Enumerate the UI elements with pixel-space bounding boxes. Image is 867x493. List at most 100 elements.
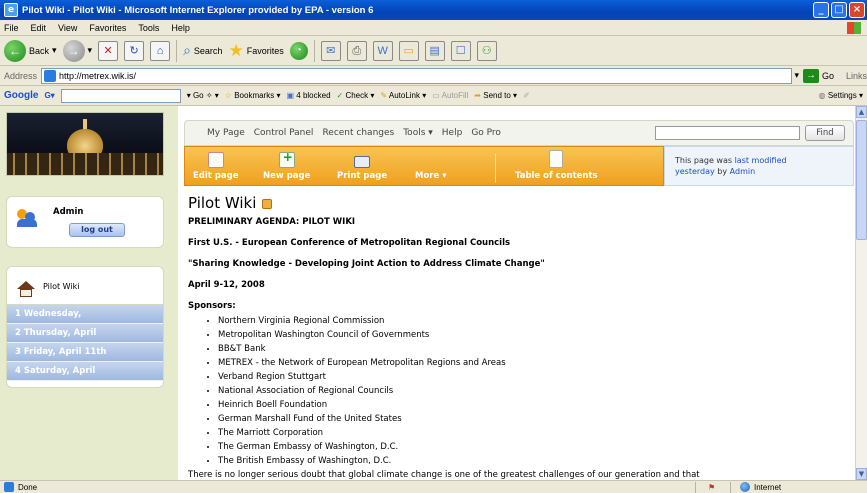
google-g-icon[interactable]: G▾ [44, 91, 54, 100]
menu-view[interactable]: View [58, 23, 77, 33]
menu-tools[interactable]: Tools [138, 23, 159, 33]
more-label: More ▾ [415, 171, 447, 181]
search-button[interactable]: ⌕ Search [183, 42, 222, 59]
nav-go-pro[interactable]: Go Pro [471, 128, 501, 138]
nav-item-thursday[interactable]: 2 Thursday, April [7, 324, 163, 343]
intro-paragraph: There is no longer serious doubt that gl… [188, 470, 700, 480]
google-search-field[interactable] [60, 88, 181, 103]
nav-item-wednesday[interactable]: 1 Wednesday, [7, 305, 163, 324]
sponsors-list: Northern Virginia Regional Commission Me… [218, 316, 848, 467]
list-item: Heinrich Boell Foundation [218, 400, 848, 411]
autofill-label: AutoFill [441, 91, 469, 100]
agenda-heading: PRELIMINARY AGENDA: PILOT WIKI [188, 217, 356, 227]
new-page-button[interactable]: New page [263, 150, 310, 181]
research-icon[interactable]: ▤ [424, 40, 445, 61]
address-bar: Address http://metrex.wik.is/ ▾ → Go Lin… [0, 66, 867, 86]
banner-lights [7, 153, 163, 175]
list-item: German Marshall Fund of the United State… [218, 414, 848, 425]
list-item: Verband Region Stuttgart [218, 372, 848, 383]
nav-home-label: Pilot Wiki [43, 282, 80, 291]
users-icon [17, 209, 37, 227]
vertical-scrollbar[interactable]: ▲ ▼ [855, 106, 867, 480]
forward-arrow-icon: → [62, 39, 85, 62]
menu-file[interactable]: File [4, 23, 19, 33]
list-item: METREX - the Network of European Metropo… [218, 358, 848, 369]
refresh-icon[interactable]: ↻ [124, 40, 145, 61]
capitol-banner-image [6, 112, 164, 176]
messenger-icon[interactable]: ☐ [450, 40, 471, 61]
messenger-people-icon[interactable]: ⚇ [476, 40, 497, 61]
page-action-bar: Edit page New page Print page More ▾ Tab… [184, 146, 664, 186]
nav-home[interactable]: Pilot Wiki [7, 267, 163, 305]
last-modified-info: This page was last modified yesterday by… [664, 146, 854, 186]
house-wall [20, 289, 32, 297]
scroll-up-icon[interactable]: ▲ [856, 106, 867, 118]
go-arrow-icon: → [802, 68, 819, 83]
menu-help[interactable]: Help [171, 23, 190, 33]
house-roof [17, 281, 35, 289]
scroll-thumb[interactable] [856, 120, 867, 240]
menu-edit[interactable]: Edit [31, 23, 47, 33]
google-settings-button[interactable]: ◍ Settings ▾ [819, 91, 863, 100]
discuss-icon[interactable]: ▭ [398, 40, 419, 61]
address-field[interactable]: http://metrex.wik.is/ [41, 67, 793, 84]
favorites-button[interactable]: ★ Favorites [228, 41, 283, 61]
nav-my-page[interactable]: My Page [207, 128, 245, 138]
nav-recent-changes[interactable]: Recent changes [322, 128, 394, 138]
scroll-down-icon[interactable]: ▼ [856, 468, 867, 480]
close-button[interactable]: × [849, 2, 865, 18]
links-label[interactable]: Links [846, 71, 867, 81]
stop-icon[interactable]: ✕ [98, 40, 119, 61]
status-text: Done [18, 482, 38, 492]
modified-user-link[interactable]: Admin [730, 167, 756, 176]
address-dropdown-icon[interactable]: ▾ [794, 70, 799, 81]
list-item: Metropolitan Washington Council of Gover… [218, 330, 848, 341]
maximize-button[interactable]: □ [831, 2, 847, 18]
wiki-search-input[interactable] [655, 126, 800, 140]
logout-button[interactable]: log out [69, 223, 125, 237]
nav-item-saturday[interactable]: 4 Saturday, April [7, 362, 163, 381]
minimize-button[interactable]: _ [813, 2, 829, 18]
home-icon[interactable]: ⌂ [150, 40, 171, 61]
user-name: Admin [53, 207, 84, 217]
sendto-icon: ➦ [474, 91, 481, 100]
nav-item-friday[interactable]: 3 Friday, April 11th [7, 343, 163, 362]
status-separator [730, 482, 731, 493]
highlight-icon[interactable]: ✐ [523, 91, 530, 100]
yesterday-link[interactable]: yesterday [675, 167, 715, 176]
go-button[interactable]: → Go [802, 68, 834, 83]
table-of-contents-button[interactable]: Table of contents [515, 150, 598, 181]
modified-by: by [717, 167, 728, 176]
nav-control-panel[interactable]: Control Panel [254, 128, 314, 138]
globe-icon [740, 482, 750, 492]
last-modified-link[interactable]: last modified [735, 156, 787, 165]
lock-icon[interactable] [262, 198, 273, 209]
nav-tools[interactable]: Tools ▾ [403, 128, 433, 138]
history-icon[interactable]: ◔ [289, 41, 308, 60]
page-title-text: Pilot Wiki [188, 194, 257, 212]
forward-button[interactable]: → ▾ [62, 39, 92, 62]
edit-page-button[interactable]: Edit page [193, 152, 239, 181]
edit-icon[interactable]: W [372, 40, 393, 61]
more-spacer [423, 152, 439, 168]
mail-icon[interactable]: ✉ [320, 40, 341, 61]
popup-blocker-button[interactable]: ▣ 4 blocked [286, 91, 330, 100]
window-title: Pilot Wiki - Pilot Wiki - Microsoft Inte… [22, 4, 374, 16]
modified-prefix: This page was [675, 156, 733, 165]
more-button[interactable]: More ▾ [415, 152, 446, 181]
autofill-button[interactable]: ▭ AutoFill [432, 91, 468, 100]
ie-app-icon: e [4, 3, 18, 17]
bookmarks-button[interactable]: ☆ Bookmarks ▾ [225, 91, 281, 100]
check-label: Check [345, 91, 369, 100]
menu-favorites[interactable]: Favorites [89, 23, 126, 33]
find-button[interactable]: Find [805, 125, 845, 141]
back-button[interactable]: ← Back ▾ [4, 39, 57, 62]
spellcheck-button[interactable]: ✓ Check ▾ [337, 91, 375, 100]
print-icon[interactable]: ⎙ [346, 40, 367, 61]
search-label: Search [193, 45, 223, 56]
sendto-button[interactable]: ➦ Send to ▾ [474, 91, 517, 100]
print-page-button[interactable]: Print page [337, 156, 387, 181]
google-go-button[interactable]: ▾ Go ✧ ▾ [187, 91, 219, 100]
nav-help[interactable]: Help [442, 128, 463, 138]
autolink-button[interactable]: ✎ AutoLink ▾ [380, 91, 426, 100]
